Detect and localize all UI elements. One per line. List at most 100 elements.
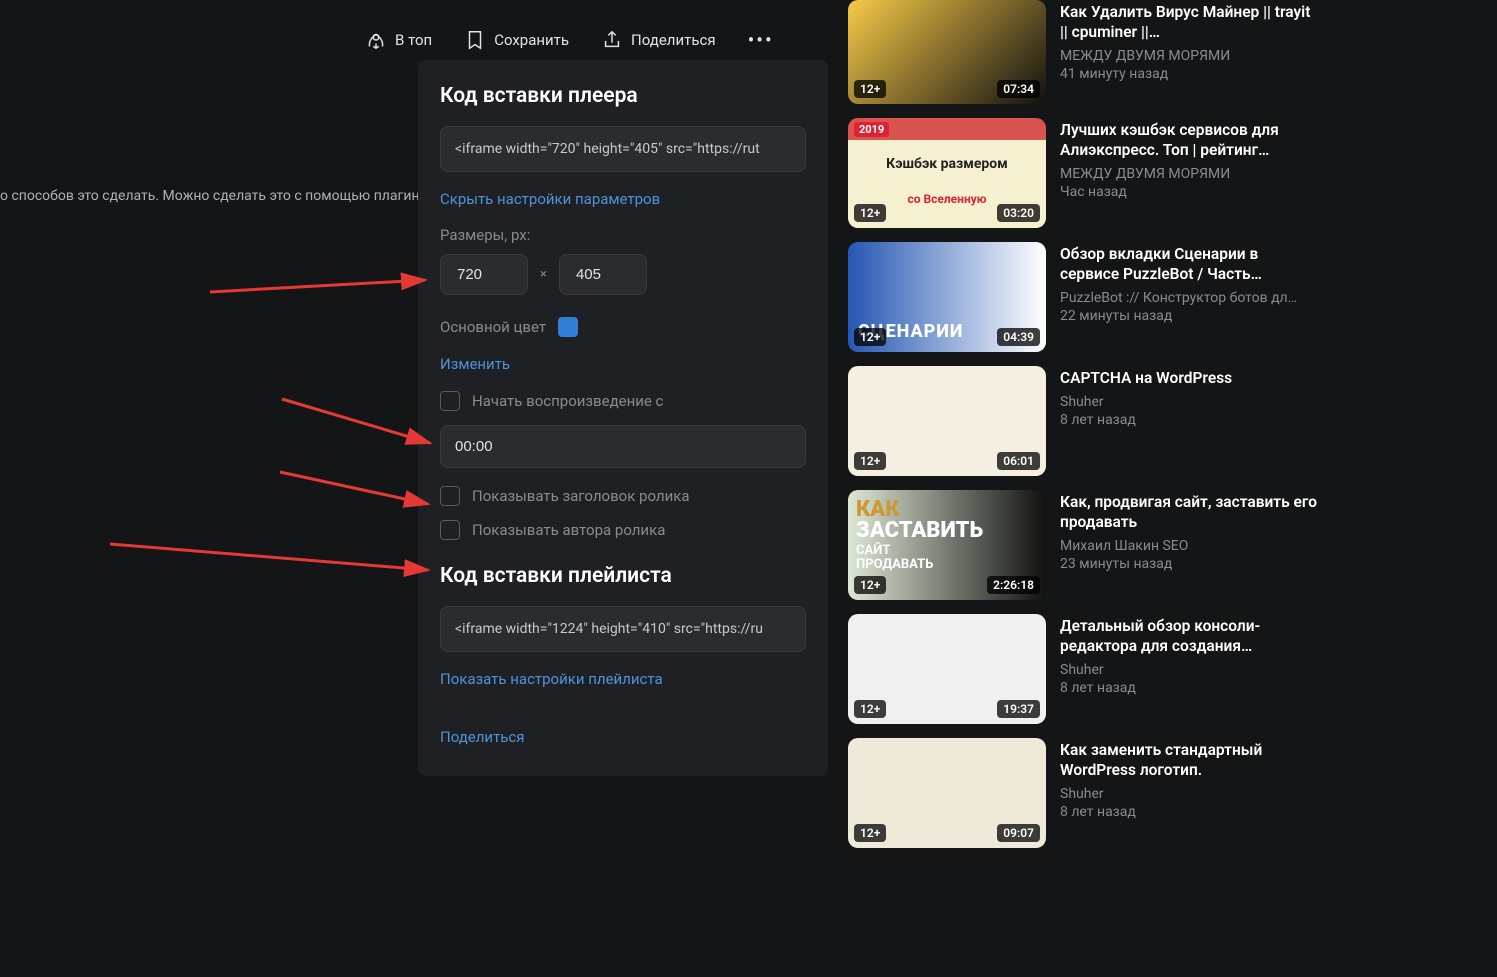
video-meta: CAPTCHA на WordPress Shuher 8 лет назад: [1060, 366, 1318, 476]
size-row: ×: [440, 254, 806, 295]
duration-badge: 2:26:18: [987, 576, 1040, 594]
video-title[interactable]: Как Удалить Вирус Майнер || trayit || cp…: [1060, 2, 1318, 42]
video-channel[interactable]: Shuher: [1060, 786, 1318, 802]
change-color-link[interactable]: Изменить: [440, 355, 806, 373]
color-label: Основной цвет: [440, 318, 546, 336]
video-item[interactable]: 2019 Кэшбэк размером со Вселенную 12+ 03…: [848, 118, 1318, 228]
video-channel[interactable]: Shuher: [1060, 394, 1318, 410]
age-badge: 12+: [854, 204, 886, 222]
video-item[interactable]: 12+ 06:01 CAPTCHA на WordPress Shuher 8 …: [848, 366, 1318, 476]
checkbox-start-label: Начать воспроизведение с: [472, 392, 663, 410]
video-time: 22 минуты назад: [1060, 308, 1318, 324]
rocket-icon: [365, 29, 387, 51]
video-meta: Как, продвигая сайт, заставить его прода…: [1060, 490, 1318, 600]
checkbox-start[interactable]: [440, 391, 460, 411]
width-input[interactable]: [440, 254, 528, 295]
color-swatch[interactable]: [558, 317, 578, 337]
video-thumbnail[interactable]: 12+ 07:34: [848, 0, 1046, 104]
video-item[interactable]: 12+ 19:37 Детальный обзор консоли-редакт…: [848, 614, 1318, 724]
action-bar: В топ Сохранить Поделиться •••: [365, 28, 774, 52]
embed-popup: Код вставки плеера <iframe width="720" h…: [418, 60, 828, 776]
thumb-text: КАКЗАСТАВИТЬ: [856, 500, 983, 542]
video-channel[interactable]: PuzzleBot :// Конструктор ботов дл…: [1060, 290, 1318, 306]
video-time: 23 минуты назад: [1060, 556, 1318, 572]
video-item[interactable]: КАКЗАСТАВИТЬ САЙТПРОДАВАТЬ 12+ 2:26:18 К…: [848, 490, 1318, 600]
video-meta: Детальный обзор консоли-редактора для со…: [1060, 614, 1318, 724]
bookmark-icon: [464, 29, 486, 51]
video-thumbnail[interactable]: 12+ 06:01: [848, 366, 1046, 476]
embed-playlist-title: Код вставки плейлиста: [440, 564, 806, 588]
video-title[interactable]: Как заменить стандартный WordPress логот…: [1060, 740, 1318, 780]
player-embed-code[interactable]: <iframe width="720" height="405" src="ht…: [440, 126, 806, 172]
video-time: 8 лет назад: [1060, 804, 1318, 820]
checkbox-start-row: Начать воспроизведение с: [440, 391, 806, 411]
popup-share-link[interactable]: Поделиться: [440, 728, 806, 746]
thumb-year-badge: 2019: [854, 122, 889, 137]
video-meta: Как Удалить Вирус Майнер || trayit || cp…: [1060, 0, 1318, 104]
to-top-label: В топ: [395, 31, 432, 49]
related-videos: 12+ 07:34 Как Удалить Вирус Майнер || tr…: [848, 0, 1318, 848]
video-channel[interactable]: Михаил Шакин SEO: [1060, 538, 1318, 554]
start-time-input[interactable]: [440, 425, 806, 468]
checkbox-title-label: Показывать заголовок ролика: [472, 487, 690, 505]
sizes-label: Размеры, px:: [440, 226, 806, 244]
annotation-arrow: [210, 272, 440, 306]
more-icon: •••: [748, 28, 774, 52]
share-icon: [601, 29, 623, 51]
video-item[interactable]: СЦЕНАРИИ 12+ 04:39 Обзор вкладки Сценари…: [848, 242, 1318, 352]
video-meta: Как заменить стандартный WordPress логот…: [1060, 738, 1318, 848]
video-channel[interactable]: МЕЖДУ ДВУМЯ МОРЯМИ: [1060, 166, 1318, 182]
embed-player-title: Код вставки плеера: [440, 84, 806, 108]
video-title[interactable]: Как, продвигая сайт, заставить его прода…: [1060, 492, 1318, 532]
thumb-text: Кэшбэк размером: [848, 156, 1046, 173]
more-button[interactable]: •••: [748, 28, 774, 52]
video-item[interactable]: 12+ 09:07 Как заменить стандартный WordP…: [848, 738, 1318, 848]
video-title[interactable]: Обзор вкладки Сценарии в сервисе PuzzleB…: [1060, 244, 1318, 284]
duration-badge: 04:39: [997, 328, 1040, 346]
height-input[interactable]: [559, 254, 647, 295]
video-title[interactable]: Лучших кэшбэк сервисов для Алиэкспресс. …: [1060, 120, 1318, 160]
description-text: о способов это сделать. Можно сделать эт…: [0, 188, 420, 204]
save-label: Сохранить: [494, 31, 569, 49]
checkbox-author-label: Показывать автора ролика: [472, 521, 665, 539]
video-title[interactable]: CAPTCHA на WordPress: [1060, 368, 1318, 388]
to-top-button[interactable]: В топ: [365, 29, 432, 51]
playlist-embed-code[interactable]: <iframe width="1224" height="410" src="h…: [440, 606, 806, 652]
video-time: 41 минуту назад: [1060, 66, 1318, 82]
duration-badge: 07:34: [997, 80, 1040, 98]
share-label: Поделиться: [631, 31, 716, 49]
color-row: Основной цвет: [440, 317, 806, 337]
video-time: 8 лет назад: [1060, 412, 1318, 428]
share-button[interactable]: Поделиться: [601, 29, 716, 51]
checkbox-show-title[interactable]: [440, 486, 460, 506]
video-thumbnail[interactable]: 12+ 09:07: [848, 738, 1046, 848]
video-channel[interactable]: Shuher: [1060, 662, 1318, 678]
video-thumbnail[interactable]: СЦЕНАРИИ 12+ 04:39: [848, 242, 1046, 352]
video-thumbnail[interactable]: КАКЗАСТАВИТЬ САЙТПРОДАВАТЬ 12+ 2:26:18: [848, 490, 1046, 600]
video-thumbnail[interactable]: 12+ 19:37: [848, 614, 1046, 724]
hide-settings-link[interactable]: Скрыть настройки параметров: [440, 190, 806, 208]
age-badge: 12+: [854, 824, 886, 842]
save-button[interactable]: Сохранить: [464, 29, 569, 51]
video-time: Час назад: [1060, 184, 1318, 200]
video-meta: Обзор вкладки Сценарии в сервисе PuzzleB…: [1060, 242, 1318, 352]
video-item[interactable]: 12+ 07:34 Как Удалить Вирус Майнер || tr…: [848, 0, 1318, 104]
checkbox-author-row: Показывать автора ролика: [440, 520, 806, 540]
video-meta: Лучших кэшбэк сервисов для Алиэкспресс. …: [1060, 118, 1318, 228]
video-thumbnail[interactable]: 2019 Кэшбэк размером со Вселенную 12+ 03…: [848, 118, 1046, 228]
checkbox-title-row: Показывать заголовок ролика: [440, 486, 806, 506]
video-time: 8 лет назад: [1060, 680, 1318, 696]
duration-badge: 03:20: [997, 204, 1040, 222]
duration-badge: 09:07: [997, 824, 1040, 842]
age-badge: 12+: [854, 452, 886, 470]
video-channel[interactable]: МЕЖДУ ДВУМЯ МОРЯМИ: [1060, 48, 1318, 64]
duration-badge: 06:01: [997, 452, 1040, 470]
video-title[interactable]: Детальный обзор консоли-редактора для со…: [1060, 616, 1318, 656]
age-badge: 12+: [854, 80, 886, 98]
duration-badge: 19:37: [997, 700, 1040, 718]
annotation-arrow: [110, 540, 440, 584]
checkbox-show-author[interactable]: [440, 520, 460, 540]
size-separator: ×: [540, 267, 547, 282]
show-playlist-settings-link[interactable]: Показать настройки плейлиста: [440, 670, 806, 688]
thumb-text: САЙТПРОДАВАТЬ: [856, 544, 933, 573]
